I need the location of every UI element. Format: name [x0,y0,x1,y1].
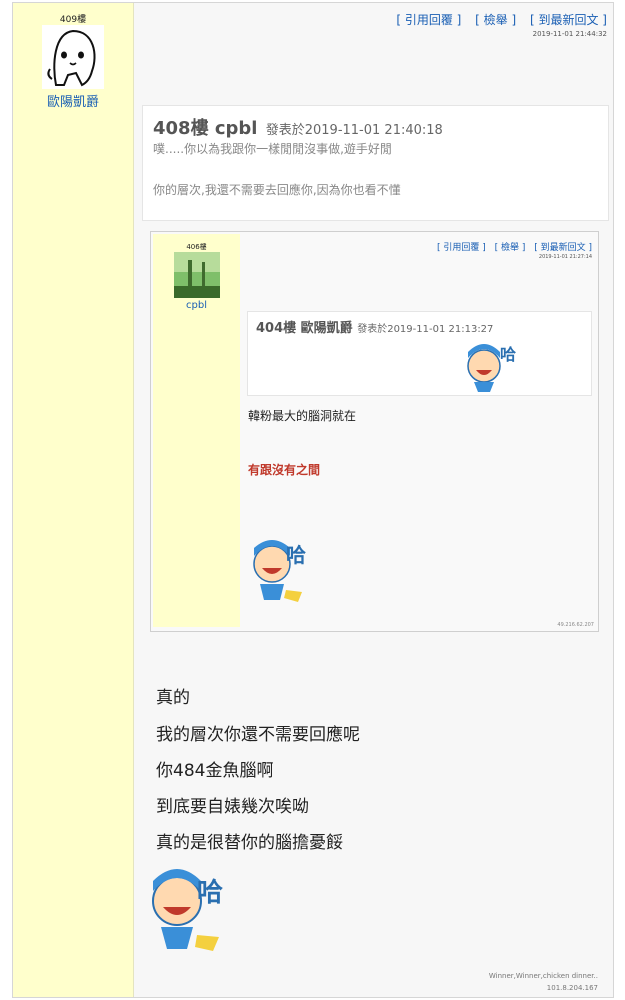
signature: Winner,Winner,chicken dinner.. [488,972,598,980]
embedded-quote-reply-link[interactable]: [ 引用回覆 ] [437,243,486,253]
embedded-floor-number: 406樓 [186,243,207,251]
embedded-highlight-line: 有跟沒有之間 [248,463,321,477]
laughing-sticker-icon: 哈 [460,336,524,395]
post-timestamp: 2019-11-01 21:44:32 [532,30,607,38]
embedded-report-link[interactable]: [ 檢舉 ] [495,243,526,253]
post-ip: 101.8.204.167 [546,984,598,992]
embedded-author-name[interactable]: cpbl [153,300,240,311]
embedded-avatar[interactable] [174,252,220,298]
content-line: 我的層次你還不需要回應呢 [156,725,360,745]
content-line: 真的是很替你的腦擔憂餒 [156,833,343,853]
quote-line: 噗.....你以為我跟你一樣閒閒沒事做,遊手好閒 [153,142,392,156]
quote-meta: 發表於2019-11-01 21:40:18 [265,123,443,138]
embedded-quote-header: 404樓 歐陽凱爵 發表於2019-11-01 21:13:27 [256,317,493,336]
embedded-quote-meta: 發表於2019-11-01 21:13:27 [357,324,494,335]
embedded-post-actions: [ 引用回覆 ] [ 檢舉 ] [ 到最新回文 ] [431,240,592,253]
embedded-quoted-post: 404樓 歐陽凱爵 發表於2019-11-01 21:13:27 哈 [247,311,592,396]
content-line: 真的 [156,688,190,708]
quote-line: 你的層次,我還不需要去回應你,因為你也看不懂 [153,183,401,197]
embedded-post: 406樓 cpbl [ 引用回覆 ] [ 檢舉 ] [ 到最新回文 ] 2019… [150,231,599,632]
laughing-sticker-icon: 哈 [246,534,318,610]
latest-reply-link[interactable]: [ 到最新回文 ] [530,13,607,27]
embedded-timestamp: 2019-11-01 21:27:14 [538,254,592,260]
quote-reply-link[interactable]: [ 引用回覆 ] [396,13,461,27]
content-line: 你484金魚腦啊 [156,761,274,781]
post-actions: [ 引用回覆 ] [ 檢舉 ] [ 到最新回文 ] [386,11,607,28]
content-line: 到底要自婊幾次唉呦 [156,797,309,817]
author-name[interactable]: 歐陽凱爵 [13,91,133,110]
avatar[interactable] [42,25,104,89]
author-sidebar: 409樓 歐陽凱爵 [13,3,134,997]
sticker-text: 哈 [197,878,223,908]
sticker-text: 哈 [500,345,516,364]
quote-floor-user: 408樓 cpbl [153,118,258,139]
quoted-post: 408樓 cpbl 發表於2019-11-01 21:40:18 噗.....你… [142,105,609,221]
quote-header: 408樓 cpbl 發表於2019-11-01 21:40:18 [153,114,443,140]
embedded-author-sidebar: 406樓 cpbl [153,234,240,627]
embedded-ip: 49.216.62.207 [557,622,594,628]
sticker-text: 哈 [286,543,306,567]
post-container: 409樓 歐陽凱爵 [ 引用回覆 ] [ 檢舉 ] [ 到最新回文 ] 2019… [12,2,614,998]
embedded-quote-floor-user: 404樓 歐陽凱爵 [256,321,353,336]
laughing-sticker-icon: 哈 [143,861,239,959]
report-link[interactable]: [ 檢舉 ] [475,13,516,27]
embedded-latest-reply-link[interactable]: [ 到最新回文 ] [534,243,592,253]
embedded-content-line: 韓粉最大的腦洞就在 [248,409,357,423]
floor-number: 409樓 [59,15,87,25]
